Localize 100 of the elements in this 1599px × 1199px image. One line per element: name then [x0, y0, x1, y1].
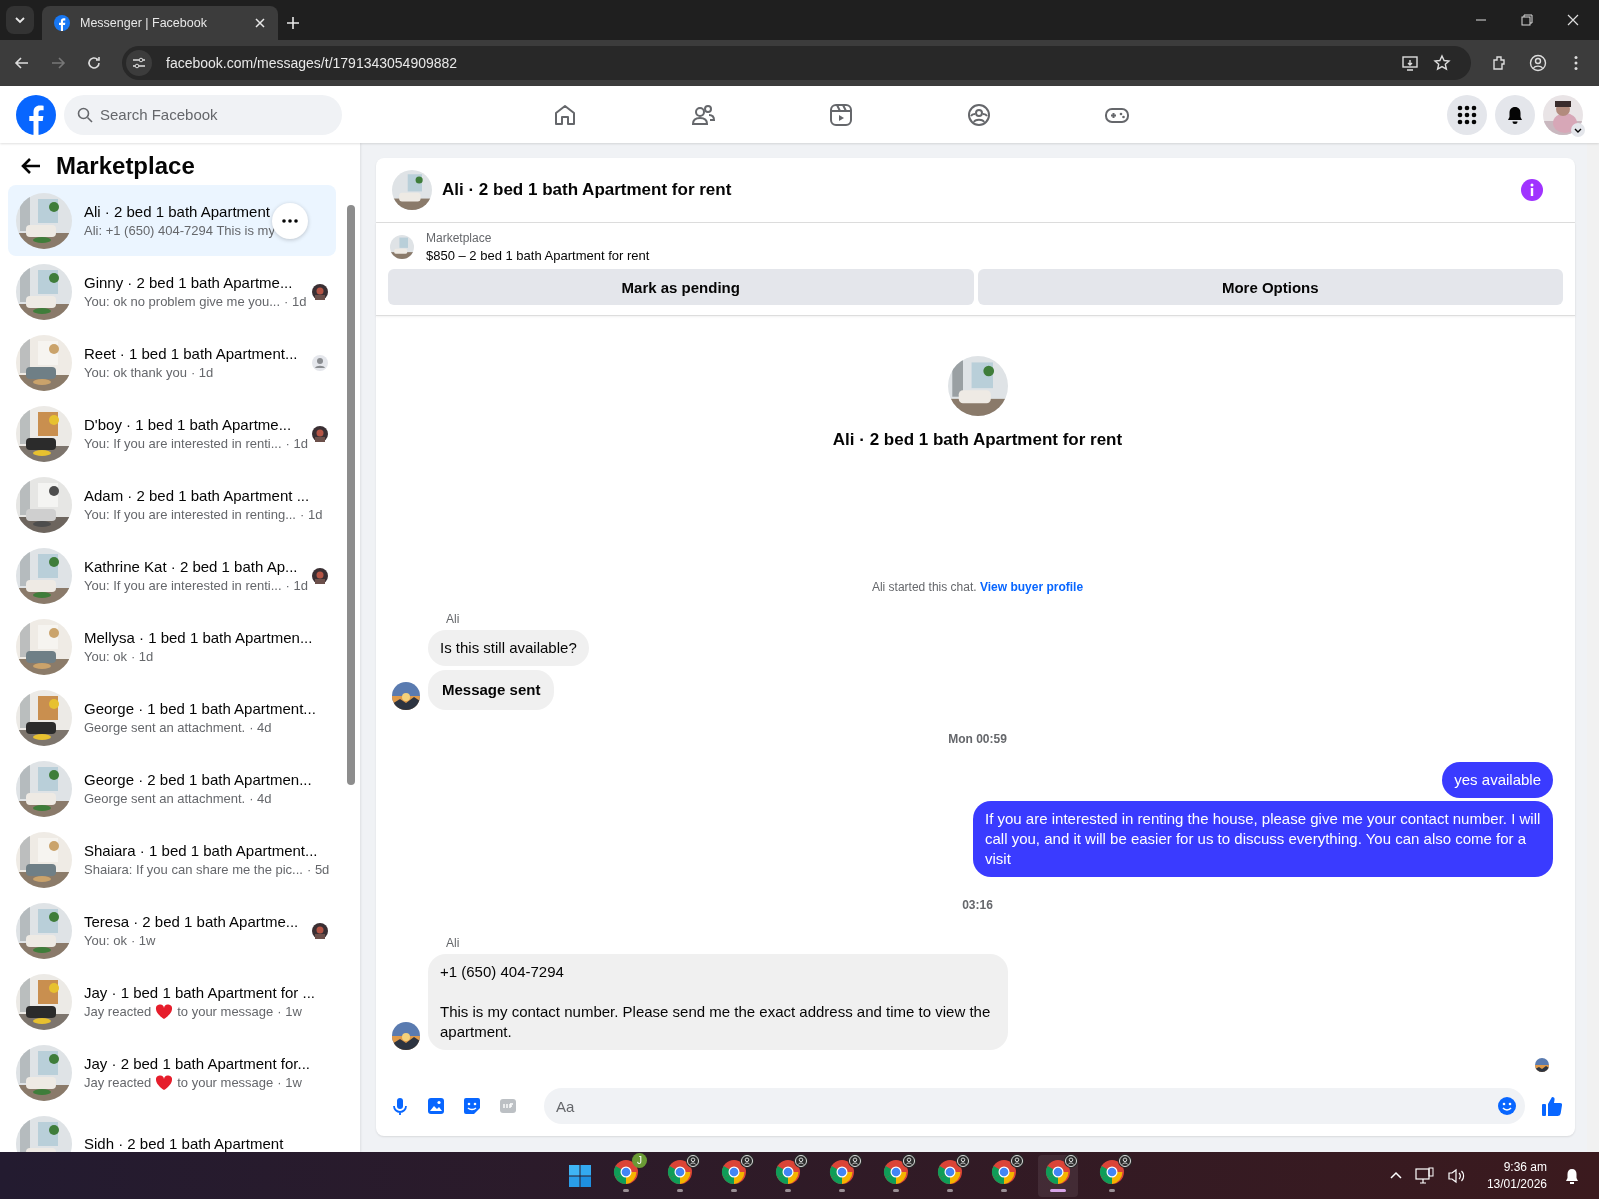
conversation-title: Kathrine Kat · 2 bed 1 bath Ap... [84, 558, 299, 575]
new-tab-icon[interactable] [286, 16, 300, 30]
conversation-title: Ginny · 2 bed 1 bath Apartme... [84, 274, 294, 291]
listing-summary: $850 – 2 bed 1 bath Apartment for rent [426, 248, 650, 263]
chevron-down-icon [14, 14, 26, 26]
close-icon[interactable] [1567, 14, 1579, 26]
seen-avatar [1535, 1058, 1549, 1072]
notification-bell-icon[interactable] [1563, 1166, 1581, 1185]
chat-title: Ali · 2 bed 1 bath Apartment for rent [442, 180, 732, 200]
image-icon[interactable] [426, 1096, 446, 1116]
chrome-icon [613, 1159, 639, 1185]
profile-icon [686, 1154, 700, 1168]
conversation-preview: George sent an attachment. [84, 791, 246, 806]
message-timestamp: 03:16 [962, 898, 993, 912]
conversation-preview: Jay reacted [84, 1075, 152, 1090]
profile-icon [902, 1154, 916, 1168]
conversation-item[interactable]: Jay · 1 bed 1 bath Apartment for ... Jay reacted to your message · 1w [8, 966, 336, 1037]
clock-date: 13/01/2026 [1486, 1177, 1547, 1191]
bell-icon [1505, 104, 1525, 125]
conversation-preview: You: ok no problem give me you... [84, 294, 281, 309]
start-icon[interactable] [568, 1163, 592, 1188]
facebook-logo-icon[interactable] [16, 94, 56, 135]
conversation-preview: to your message [177, 1004, 274, 1019]
back-icon[interactable] [14, 55, 30, 71]
more-icon [282, 219, 298, 223]
conversation-time: · 1d [300, 507, 323, 522]
conversation-item[interactable]: Reet · 1 bed 1 bath Apartment... You: ok thank you · 1d [8, 327, 336, 398]
bookmark-star-icon[interactable] [1433, 54, 1451, 72]
browser-taskbar-button[interactable] [1038, 1154, 1078, 1197]
listing-title: Ali · 2 bed 1 bath Apartment for rent [832, 430, 1123, 450]
conversation-time: · 1d [130, 649, 154, 664]
profile-icon [740, 1154, 754, 1168]
conversation-item[interactable]: Shaiara · 1 bed 1 bath Apartment... Shaiara: If you can share me the pic... · 5d [8, 824, 336, 895]
grid-menu-icon [1457, 104, 1477, 125]
conversation-item[interactable]: Teresa · 2 bed 1 bath Apartme... You: ok · 1w [8, 895, 336, 966]
sender-name: Ali [446, 612, 460, 626]
conversation-preview: You: If you are interested in renti... [84, 578, 282, 593]
menu-button[interactable] [1447, 94, 1487, 135]
conversation-preview: You: If you are interested in renting... [84, 507, 296, 522]
listing-action-button[interactable]: More Options [977, 269, 1563, 305]
chrome-icon [1045, 1159, 1071, 1185]
chrome-icon [883, 1159, 909, 1185]
message-field[interactable]: Aa [544, 1088, 1525, 1124]
conversation-preview: You: ok thank you [84, 365, 187, 380]
thumbs-up-icon[interactable] [1541, 1095, 1563, 1117]
emoji-icon[interactable] [1497, 1096, 1517, 1116]
buyer-profile-link[interactable]: View buyer profile [979, 580, 1084, 594]
conversation-time: · 1w [277, 1075, 302, 1090]
forward-icon[interactable] [50, 55, 66, 71]
chevron-down-icon [1571, 122, 1585, 137]
profile-icon [794, 1154, 808, 1168]
site-settings-icon[interactable] [126, 50, 152, 76]
profile-icon [848, 1154, 862, 1168]
address-field[interactable]: facebook.com/messages/t/1791343054909882 [122, 46, 1471, 80]
info-icon[interactable] [1521, 179, 1543, 201]
conversation-preview: to your message [177, 1075, 274, 1090]
profile-icon[interactable] [1529, 54, 1547, 72]
conversation-time: · 4d [249, 720, 272, 735]
conversation-item[interactable]: Adam · 2 bed 1 bath Apartment ... You: If you are interested in renting... · 1d [8, 469, 336, 540]
search-field[interactable]: Search Facebook [64, 94, 342, 135]
conversation-time: · 5d [306, 862, 330, 877]
clock-time: 9:36 am [1503, 1160, 1547, 1174]
chrome-icon [1099, 1159, 1125, 1185]
video-icon[interactable] [828, 101, 854, 128]
conversation-item[interactable]: D'boy · 1 bed 1 bath Apartme... You: If you are interested in renti... · 1d [8, 398, 336, 469]
install-app-icon[interactable] [1401, 54, 1419, 72]
conversation-item[interactable]: George · 1 bed 1 bath Apartment... George sent an attachment. · 4d [8, 682, 336, 753]
conversation-item[interactable]: Jay · 2 bed 1 bath Apartment for... Jay reacted to your message · 1w [8, 1037, 336, 1108]
conversation-item[interactable]: George · 2 bed 1 bath Apartmen... George sent an attachment. · 4d [8, 753, 336, 824]
microphone-icon[interactable] [390, 1096, 410, 1116]
incoming-message: +1 (650) 404-7294 This is my contact number. Please send me the exact address and time to view the apartment. [428, 954, 1008, 1050]
network-icon[interactable] [1414, 1166, 1435, 1185]
close-icon[interactable] [254, 17, 266, 29]
account-avatar[interactable] [1543, 94, 1583, 135]
conversation-item[interactable]: Ali · 2 bed 1 bath Apartment Ali: +1 (650) 404-7294 This is my [8, 185, 336, 256]
conversation-item[interactable]: Ginny · 2 bed 1 bath Apartme... You: ok no problem give me you... · 1d [8, 256, 336, 327]
conversation-item[interactable]: Kathrine Kat · 2 bed 1 bath Ap... You: If you are interested in renti... · 1d [8, 540, 336, 611]
browser-tab[interactable]: Messenger | Facebook [42, 6, 278, 40]
restore-icon[interactable] [1521, 14, 1533, 26]
chrome-icon [667, 1159, 693, 1185]
conversation-time: · 1d [285, 436, 308, 451]
conversation-preview: George sent an attachment. [84, 720, 246, 735]
volume-icon[interactable] [1446, 1166, 1467, 1185]
conversation-title: Sidh · 2 bed 1 bath Apartment [84, 1135, 285, 1152]
sender-name: Ali [446, 936, 460, 950]
chat-notice: Ali started this chat. View buyer profile [871, 580, 1084, 594]
conversation-item[interactable]: Mellysa · 1 bed 1 bath Apartmen... You: ok · 1d [8, 611, 336, 682]
groups-icon[interactable] [966, 101, 992, 128]
tab-list-button[interactable] [6, 6, 34, 34]
conversation-title: George · 1 bed 1 bath Apartment... [84, 700, 317, 717]
chrome-icon [721, 1159, 747, 1185]
notifications-button[interactable] [1495, 94, 1535, 135]
sticker-icon[interactable] [462, 1096, 482, 1116]
profile-icon [956, 1154, 970, 1168]
reload-icon[interactable] [86, 55, 102, 71]
conversation-time: · 1w [130, 933, 156, 948]
listing-source: Marketplace [426, 231, 493, 245]
tab-title: Messenger | Facebook [80, 16, 208, 30]
listing-action-button[interactable]: Mark as pending [388, 269, 974, 305]
conversation-title: Jay · 1 bed 1 bath Apartment for ... [84, 983, 316, 1001]
